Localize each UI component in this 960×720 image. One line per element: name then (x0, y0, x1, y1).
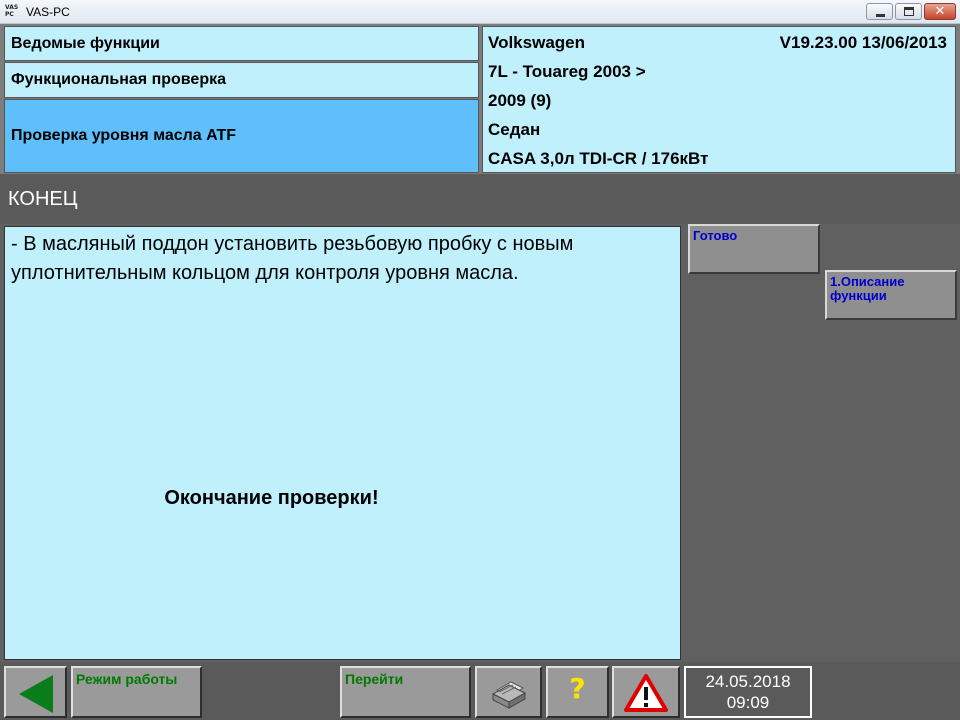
back-arrow-icon (19, 675, 53, 713)
instruction-text: - В масляный поддон установить резьбовую… (11, 233, 574, 284)
maximize-button[interactable] (895, 3, 922, 20)
date-text: 24.05.2018 (705, 672, 791, 691)
minimize-button[interactable] (866, 3, 893, 20)
window-title: VAS-PC (26, 5, 70, 19)
warning-button[interactable] (612, 666, 680, 718)
bottom-toolbar: Режим работы Перейти ? 24.05.2018 09:09 (0, 662, 960, 720)
vehicle-year: 2009 (9) (488, 91, 552, 110)
close-icon: ✕ (934, 4, 946, 19)
minimize-icon (876, 14, 885, 17)
date-time-display: 24.05.2018 09:09 (684, 666, 812, 718)
vehicle-make: Volkswagen (488, 33, 585, 52)
maximize-icon (904, 7, 914, 16)
vehicle-model: 7L - Touareg 2003 > (488, 62, 646, 81)
status-strip: КОНЕЦ (0, 174, 960, 224)
ready-button-label: Готово (693, 228, 738, 243)
app-icon: VAS PC (5, 4, 19, 20)
status-text: КОНЕЦ (8, 188, 78, 210)
vehicle-engine: CASA 3,0л TDI-CR / 176кВт (488, 149, 709, 168)
instruction-panel: - В масляный поддон установить резьбовую… (4, 226, 681, 660)
window-title-bar[interactable]: VAS PC VAS-PC ✕ (0, 0, 960, 24)
printer-icon (491, 681, 527, 709)
toolbar-spacer (816, 666, 956, 718)
breadcrumb-level-1[interactable]: Ведомые функции (4, 26, 479, 61)
end-message: Окончание проверки! (164, 487, 379, 509)
header: Ведомые функции Функциональная проверка … (0, 24, 960, 174)
print-button[interactable] (475, 666, 542, 718)
operating-mode-button[interactable]: Режим работы (71, 666, 202, 718)
goto-button[interactable]: Перейти (340, 666, 471, 718)
ready-button[interactable]: Готово (688, 224, 820, 274)
app-icon-bottom-text: PC (5, 11, 14, 18)
close-button[interactable]: ✕ (924, 3, 956, 20)
warning-triangle-icon (624, 674, 668, 712)
software-version: V19.23.00 13/06/2013 (779, 33, 947, 52)
breadcrumb-level-3-label: Проверка уровня масла ATF (11, 127, 237, 144)
help-question-icon: ? (569, 672, 586, 705)
time-text: 09:09 (726, 693, 770, 712)
operating-mode-label: Режим работы (76, 671, 178, 687)
function-description-button[interactable]: 1.Описание функции (825, 270, 957, 320)
breadcrumb-level-1-label: Ведомые функции (11, 34, 160, 52)
back-button[interactable] (4, 666, 67, 718)
breadcrumb-level-2[interactable]: Функциональная проверка (4, 62, 479, 98)
vehicle-info-panel: Volkswagen V19.23.00 13/06/2013 7L - Tou… (482, 26, 956, 173)
help-button[interactable]: ? (546, 666, 609, 718)
breadcrumb-level-2-label: Функциональная проверка (11, 71, 226, 88)
app-icon-top-text: VAS (5, 4, 19, 11)
function-description-label: 1.Описание функции (830, 274, 905, 303)
breadcrumb-level-3-current[interactable]: Проверка уровня масла ATF (4, 99, 479, 173)
vehicle-body: Седан (488, 120, 541, 139)
goto-label: Перейти (345, 671, 404, 687)
